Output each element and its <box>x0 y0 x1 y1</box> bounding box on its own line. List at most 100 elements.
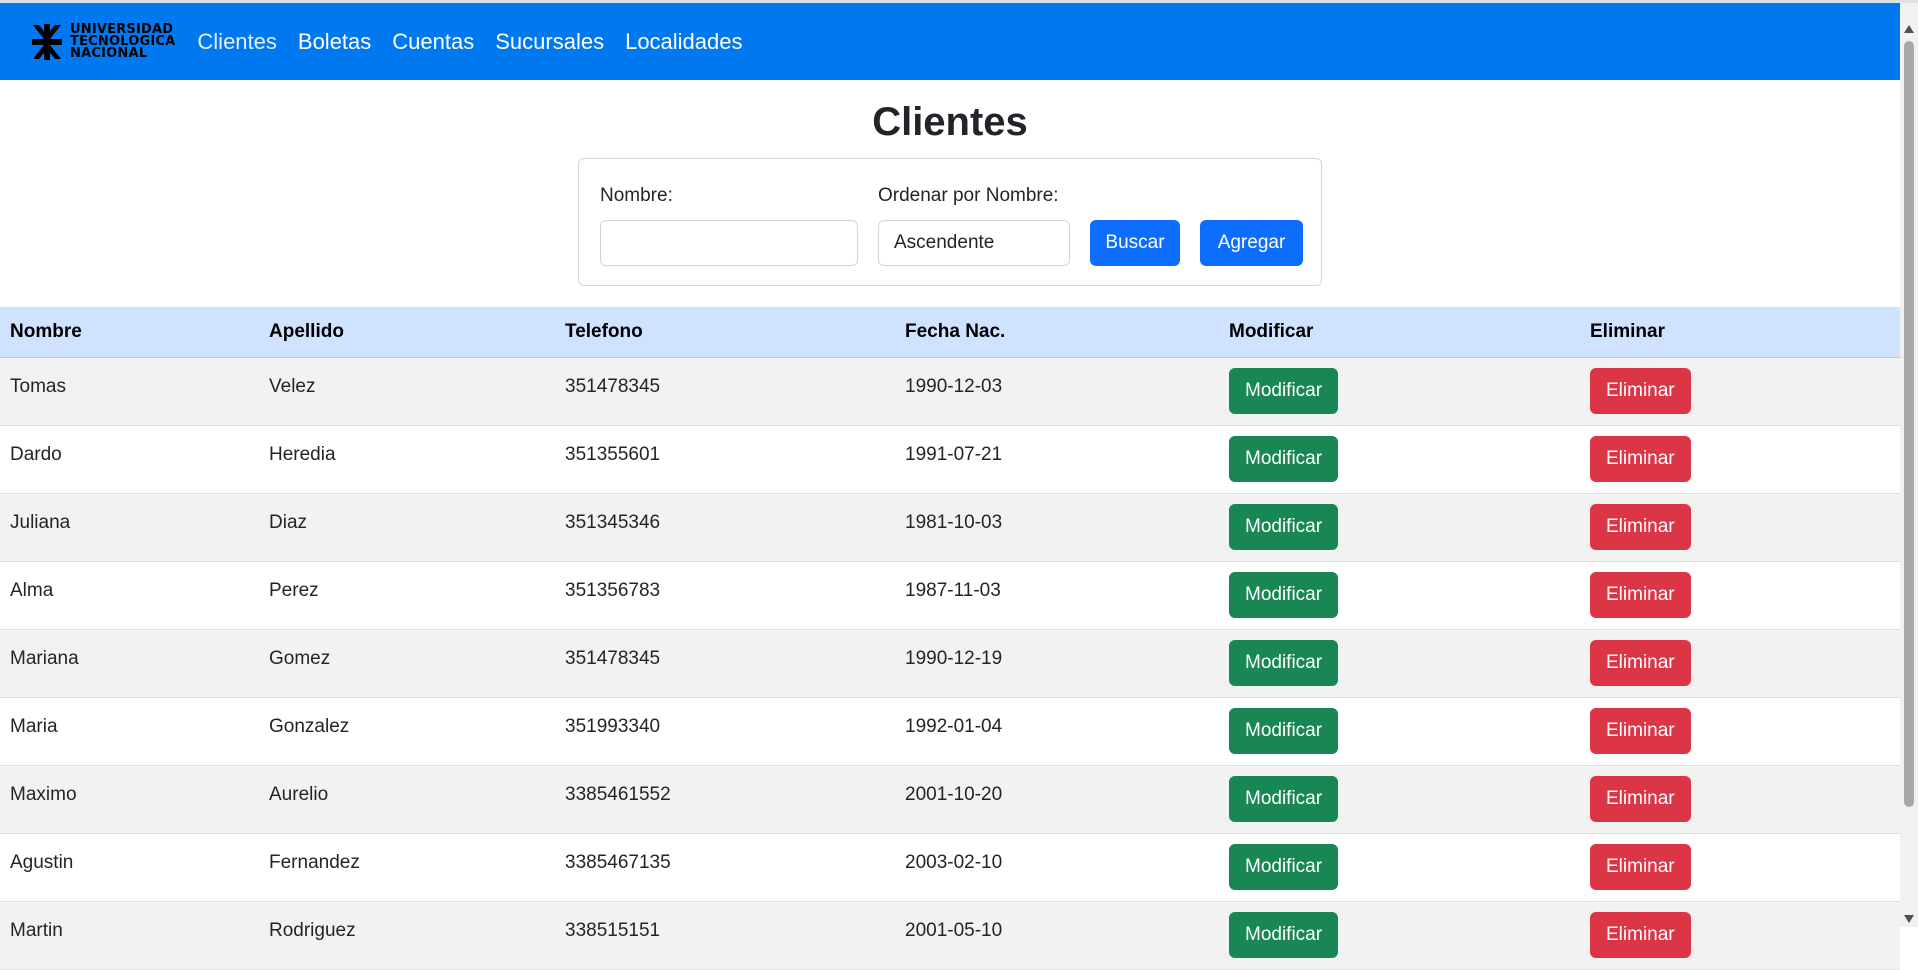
eliminar-cell: Eliminar <box>1580 357 1900 425</box>
nav-link-boletas[interactable]: Boletas <box>298 29 371 55</box>
col-header-apellido: Apellido <box>259 307 555 358</box>
modificar-cell: Modificar <box>1219 765 1580 833</box>
eliminar-button[interactable]: Eliminar <box>1590 571 1691 618</box>
modificar-cell: Modificar <box>1219 425 1580 493</box>
table-row: Alma Perez 351356783 1987-11-03 Modificar Eli… <box>0 561 1900 629</box>
fecha-cell: 2001-10-20 <box>905 783 1003 805</box>
modificar-cell: Modificar <box>1219 901 1580 969</box>
telefono-cell: 3385461552 <box>565 783 671 805</box>
modificar-cell: Modificar <box>1219 833 1580 901</box>
nombre-label: Nombre: <box>600 185 673 206</box>
navbar: UNIVERSIDAD TECNOLOGICA NACIONAL Cliente… <box>0 3 1900 80</box>
apellido-cell: Gonzalez <box>269 715 350 737</box>
eliminar-cell: Eliminar <box>1580 697 1900 765</box>
nombre-cell: Maria <box>10 715 58 737</box>
eliminar-cell: Eliminar <box>1580 901 1900 969</box>
table-row: Mariana Gomez 351478345 1990-12-19 Modificar… <box>0 629 1900 697</box>
eliminar-cell: Eliminar <box>1580 561 1900 629</box>
page-title: Clientes <box>872 100 1028 144</box>
eliminar-cell: Eliminar <box>1580 629 1900 697</box>
table-row: Maximo Aurelio 3385461552 2001-10-20 Modific… <box>0 765 1900 833</box>
nav-link-localidades[interactable]: Localidades <box>625 29 742 55</box>
apellido-cell: Perez <box>269 579 319 601</box>
table-row: Dardo Heredia 351355601 1991-07-21 Modificar… <box>0 425 1900 493</box>
modificar-button[interactable]: Modificar <box>1229 775 1339 822</box>
table-row: Maria Gonzalez 351993340 1992-01-04 Modifica… <box>0 697 1900 765</box>
nombre-cell: Alma <box>10 579 54 601</box>
table-row: Martin Rodriguez 338515151 2001-05-10 Modifi… <box>0 901 1900 969</box>
nav-link-cuentas[interactable]: Cuentas <box>392 29 474 55</box>
scroll-thumb[interactable] <box>1904 41 1914 807</box>
modificar-button[interactable]: Modificar <box>1229 503 1339 550</box>
eliminar-cell: Eliminar <box>1580 833 1900 901</box>
modificar-button[interactable]: Modificar <box>1229 707 1339 754</box>
apellido-cell: Aurelio <box>269 783 329 805</box>
telefono-cell: 351993340 <box>565 715 661 737</box>
vertical-scrollbar[interactable] <box>1900 3 1918 927</box>
apellido-cell: Diaz <box>269 511 308 533</box>
table-row: Agustin Fernandez 3385467135 2003-02-10 Modi… <box>0 833 1900 901</box>
telefono-cell: 3385467135 <box>565 851 671 873</box>
nombre-cell: Juliana <box>10 511 71 533</box>
nombre-cell: Tomas <box>10 375 66 397</box>
apellido-cell: Velez <box>269 375 316 397</box>
fecha-cell: 1991-07-21 <box>905 443 1003 465</box>
modificar-cell: Modificar <box>1219 629 1580 697</box>
agregar-button[interactable]: Agregar <box>1200 220 1303 266</box>
utn-logo-icon <box>32 23 62 60</box>
eliminar-cell: Eliminar <box>1580 493 1900 561</box>
telefono-cell: 351356783 <box>565 579 661 601</box>
modificar-button[interactable]: Modificar <box>1229 639 1339 686</box>
apellido-cell: Heredia <box>269 443 336 465</box>
brand-logo[interactable]: UNIVERSIDAD TECNOLOGICA NACIONAL <box>30 22 175 62</box>
col-header-fecha: Fecha Nac. <box>895 307 1219 358</box>
nav-link-clientes[interactable]: Clientes <box>197 29 276 55</box>
eliminar-button[interactable]: Eliminar <box>1590 639 1691 686</box>
eliminar-button[interactable]: Eliminar <box>1590 775 1691 822</box>
eliminar-cell: Eliminar <box>1580 765 1900 833</box>
modificar-button[interactable]: Modificar <box>1229 435 1339 482</box>
telefono-cell: 338515151 <box>565 919 661 941</box>
orden-select[interactable]: Ascendente <box>878 220 1070 266</box>
modificar-cell: Modificar <box>1219 493 1580 561</box>
modificar-cell: Modificar <box>1219 561 1580 629</box>
eliminar-button[interactable]: Eliminar <box>1590 367 1691 414</box>
apellido-cell: Rodriguez <box>269 919 356 941</box>
nombre-cell: Maximo <box>10 783 77 805</box>
fecha-cell: 1987-11-03 <box>905 579 1001 601</box>
telefono-cell: 351478345 <box>565 647 661 669</box>
nombre-cell: Agustin <box>10 851 74 873</box>
modificar-button[interactable]: Modificar <box>1229 367 1339 414</box>
eliminar-button[interactable]: Eliminar <box>1590 503 1691 550</box>
eliminar-button[interactable]: Eliminar <box>1590 435 1691 482</box>
nav-link-sucursales[interactable]: Sucursales <box>495 29 604 55</box>
fecha-cell: 1990-12-03 <box>905 375 1003 397</box>
brand-line: NACIONAL <box>70 45 148 61</box>
col-header-modificar: Modificar <box>1219 307 1580 358</box>
nombre-cell: Martin <box>10 919 63 941</box>
apellido-cell: Fernandez <box>269 851 360 873</box>
fecha-cell: 1981-10-03 <box>905 511 1003 533</box>
buscar-button[interactable]: Buscar <box>1090 220 1180 266</box>
brand-text: UNIVERSIDAD TECNOLOGICA NACIONAL <box>70 23 175 61</box>
nombre-cell: Dardo <box>10 443 62 465</box>
eliminar-button[interactable]: Eliminar <box>1590 911 1691 958</box>
clients-table: Nombre Apellido Telefono Fecha Nac. Modi… <box>0 307 1900 970</box>
eliminar-button[interactable]: Eliminar <box>1590 707 1691 754</box>
fecha-cell: 1992-01-04 <box>905 715 1003 737</box>
table-row: Juliana Diaz 351345346 1981-10-03 Modificar E… <box>0 493 1900 561</box>
modificar-button[interactable]: Modificar <box>1229 571 1339 618</box>
modificar-button[interactable]: Modificar <box>1229 843 1339 890</box>
eliminar-button[interactable]: Eliminar <box>1590 843 1691 890</box>
orden-label: Ordenar por Nombre: <box>878 185 1059 206</box>
col-header-telefono: Telefono <box>555 307 895 358</box>
col-header-eliminar: Eliminar <box>1580 307 1900 358</box>
modificar-button[interactable]: Modificar <box>1229 911 1339 958</box>
scroll-down-arrow-icon[interactable] <box>1904 915 1914 923</box>
fecha-cell: 1990-12-19 <box>905 647 1003 669</box>
nombre-input[interactable] <box>600 220 858 266</box>
telefono-cell: 351355601 <box>565 443 661 465</box>
scroll-up-arrow-icon[interactable] <box>1904 25 1914 33</box>
fecha-cell: 2003-02-10 <box>905 851 1003 873</box>
telefono-cell: 351478345 <box>565 375 661 397</box>
